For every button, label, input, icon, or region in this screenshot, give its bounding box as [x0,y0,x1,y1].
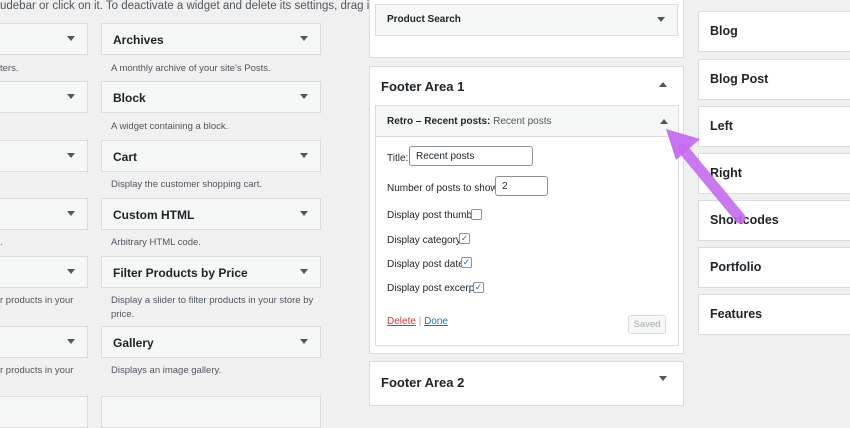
sidebar-title-footer-area-2: Footer Area 2 [381,375,465,390]
sidebar-features[interactable]: Features [698,294,850,335]
display-category-label: Display category: [387,235,464,246]
widget-partial-1[interactable] [0,23,88,55]
chevron-up-icon[interactable] [660,119,668,124]
display-category-checkbox[interactable]: ✓ [459,233,470,244]
widget-desc-archives: A monthly archive of your site's Posts. [111,63,271,74]
widget-desc-gallery: Displays an image gallery. [111,365,222,376]
widget-title: Product Search [387,14,461,25]
widget-desc-filter-line1: Display a slider to filter products in y… [111,295,314,306]
sidebar-shortcodes[interactable]: Shortcodes [698,200,850,241]
num-posts-label: Number of posts to show: [387,183,501,194]
sidebar-right[interactable]: Right [698,153,850,194]
display-date-checkbox[interactable]: ✓ [461,257,472,268]
widget-product-search[interactable]: Product Search [375,4,678,36]
chevron-down-icon[interactable] [67,36,75,41]
title-label: Title: [387,153,409,164]
widget-title: Archives [113,33,164,47]
widget-partial-2[interactable] [0,81,88,113]
saved-button[interactable]: Saved [628,315,666,334]
widget-title: Filter Products by Price [113,266,248,280]
widget-desc-partial-1: ters. [0,63,19,74]
sidebar-blog[interactable]: Blog [698,11,850,52]
widgets-instructions: udebar or click on it. To deactivate a w… [0,0,404,12]
widget-desc-filter-line2: price. [111,309,135,320]
widget-cart[interactable]: Cart [101,140,321,172]
done-link[interactable]: Done [424,316,448,327]
display-excerpt-checkbox[interactable]: ✓ [473,282,484,293]
display-date-label: Display post date: [387,259,467,270]
sidebar-title: Left [710,119,733,133]
widget-desc-custom-html: Arbitrary HTML code. [111,237,201,248]
widget-partial-7[interactable] [0,396,88,428]
chevron-down-icon[interactable] [300,269,308,274]
display-thumb-label: Display post thumb: [387,210,475,221]
widget-title: Custom HTML [113,208,195,222]
widget-partial-6[interactable] [0,326,88,358]
widget-title: Block [113,91,146,105]
widget-block[interactable]: Block [101,81,321,113]
widget-desc-cart: Display the customer shopping cart. [111,179,263,190]
chevron-down-icon[interactable] [300,36,308,41]
widget-title: Gallery [113,336,154,350]
chevron-down-icon[interactable] [300,339,308,344]
num-posts-input[interactable] [495,176,548,196]
chevron-up-icon[interactable] [659,82,667,87]
widget-desc-partial-5: r products in your [0,295,74,306]
sidebar-title: Blog [710,24,738,38]
sidebar-title: Blog Post [710,72,769,86]
widget-actions: Delete | Done [387,316,448,327]
widget-title: Cart [113,150,138,164]
sidebar-left[interactable]: Left [698,106,850,147]
chevron-down-icon[interactable] [300,94,308,99]
widget-partial-4[interactable] [0,198,88,230]
widget-archives[interactable]: Archives [101,23,321,55]
widget-recent-posts-header[interactable]: Retro – Recent posts: Recent posts [375,105,679,137]
widget-next[interactable] [101,396,321,428]
chevron-down-icon[interactable] [67,94,75,99]
widget-partial-3[interactable] [0,140,88,172]
display-excerpt-label: Display post excerpt: [387,283,480,294]
delete-link[interactable]: Delete [387,316,416,327]
chevron-down-icon[interactable] [659,376,667,381]
sidebar-title: Features [710,307,763,321]
widget-desc-partial-4: . [0,237,3,248]
widget-header-subtitle: Recent posts [493,116,552,127]
chevron-down-icon[interactable] [300,211,308,216]
chevron-down-icon[interactable] [67,211,75,216]
widget-partial-5[interactable] [0,256,88,288]
widget-filter-products-by-price[interactable]: Filter Products by Price [101,256,321,288]
sidebar-blog-post[interactable]: Blog Post [698,59,850,100]
chevron-down-icon[interactable] [67,339,75,344]
sidebar-portfolio[interactable]: Portfolio [698,247,850,288]
widget-desc-block: A widget containing a block. [111,121,229,132]
widget-gallery[interactable]: Gallery [101,326,321,358]
widget-header-title: Retro – Recent posts: [387,116,491,127]
sidebar-title: Shortcodes [710,213,779,227]
sidebar-title: Portfolio [710,260,762,274]
chevron-down-icon[interactable] [67,269,75,274]
widget-custom-html[interactable]: Custom HTML [101,198,321,230]
chevron-down-icon[interactable] [657,17,665,22]
action-separator: | [418,316,422,327]
chevron-down-icon[interactable] [67,153,75,158]
title-input[interactable] [409,146,533,166]
chevron-down-icon[interactable] [300,153,308,158]
sidebar-title: Right [710,166,742,180]
sidebar-title-footer-area-1: Footer Area 1 [381,79,465,94]
display-thumb-checkbox[interactable] [471,209,482,220]
widget-desc-partial-6: r products in your [0,365,74,376]
